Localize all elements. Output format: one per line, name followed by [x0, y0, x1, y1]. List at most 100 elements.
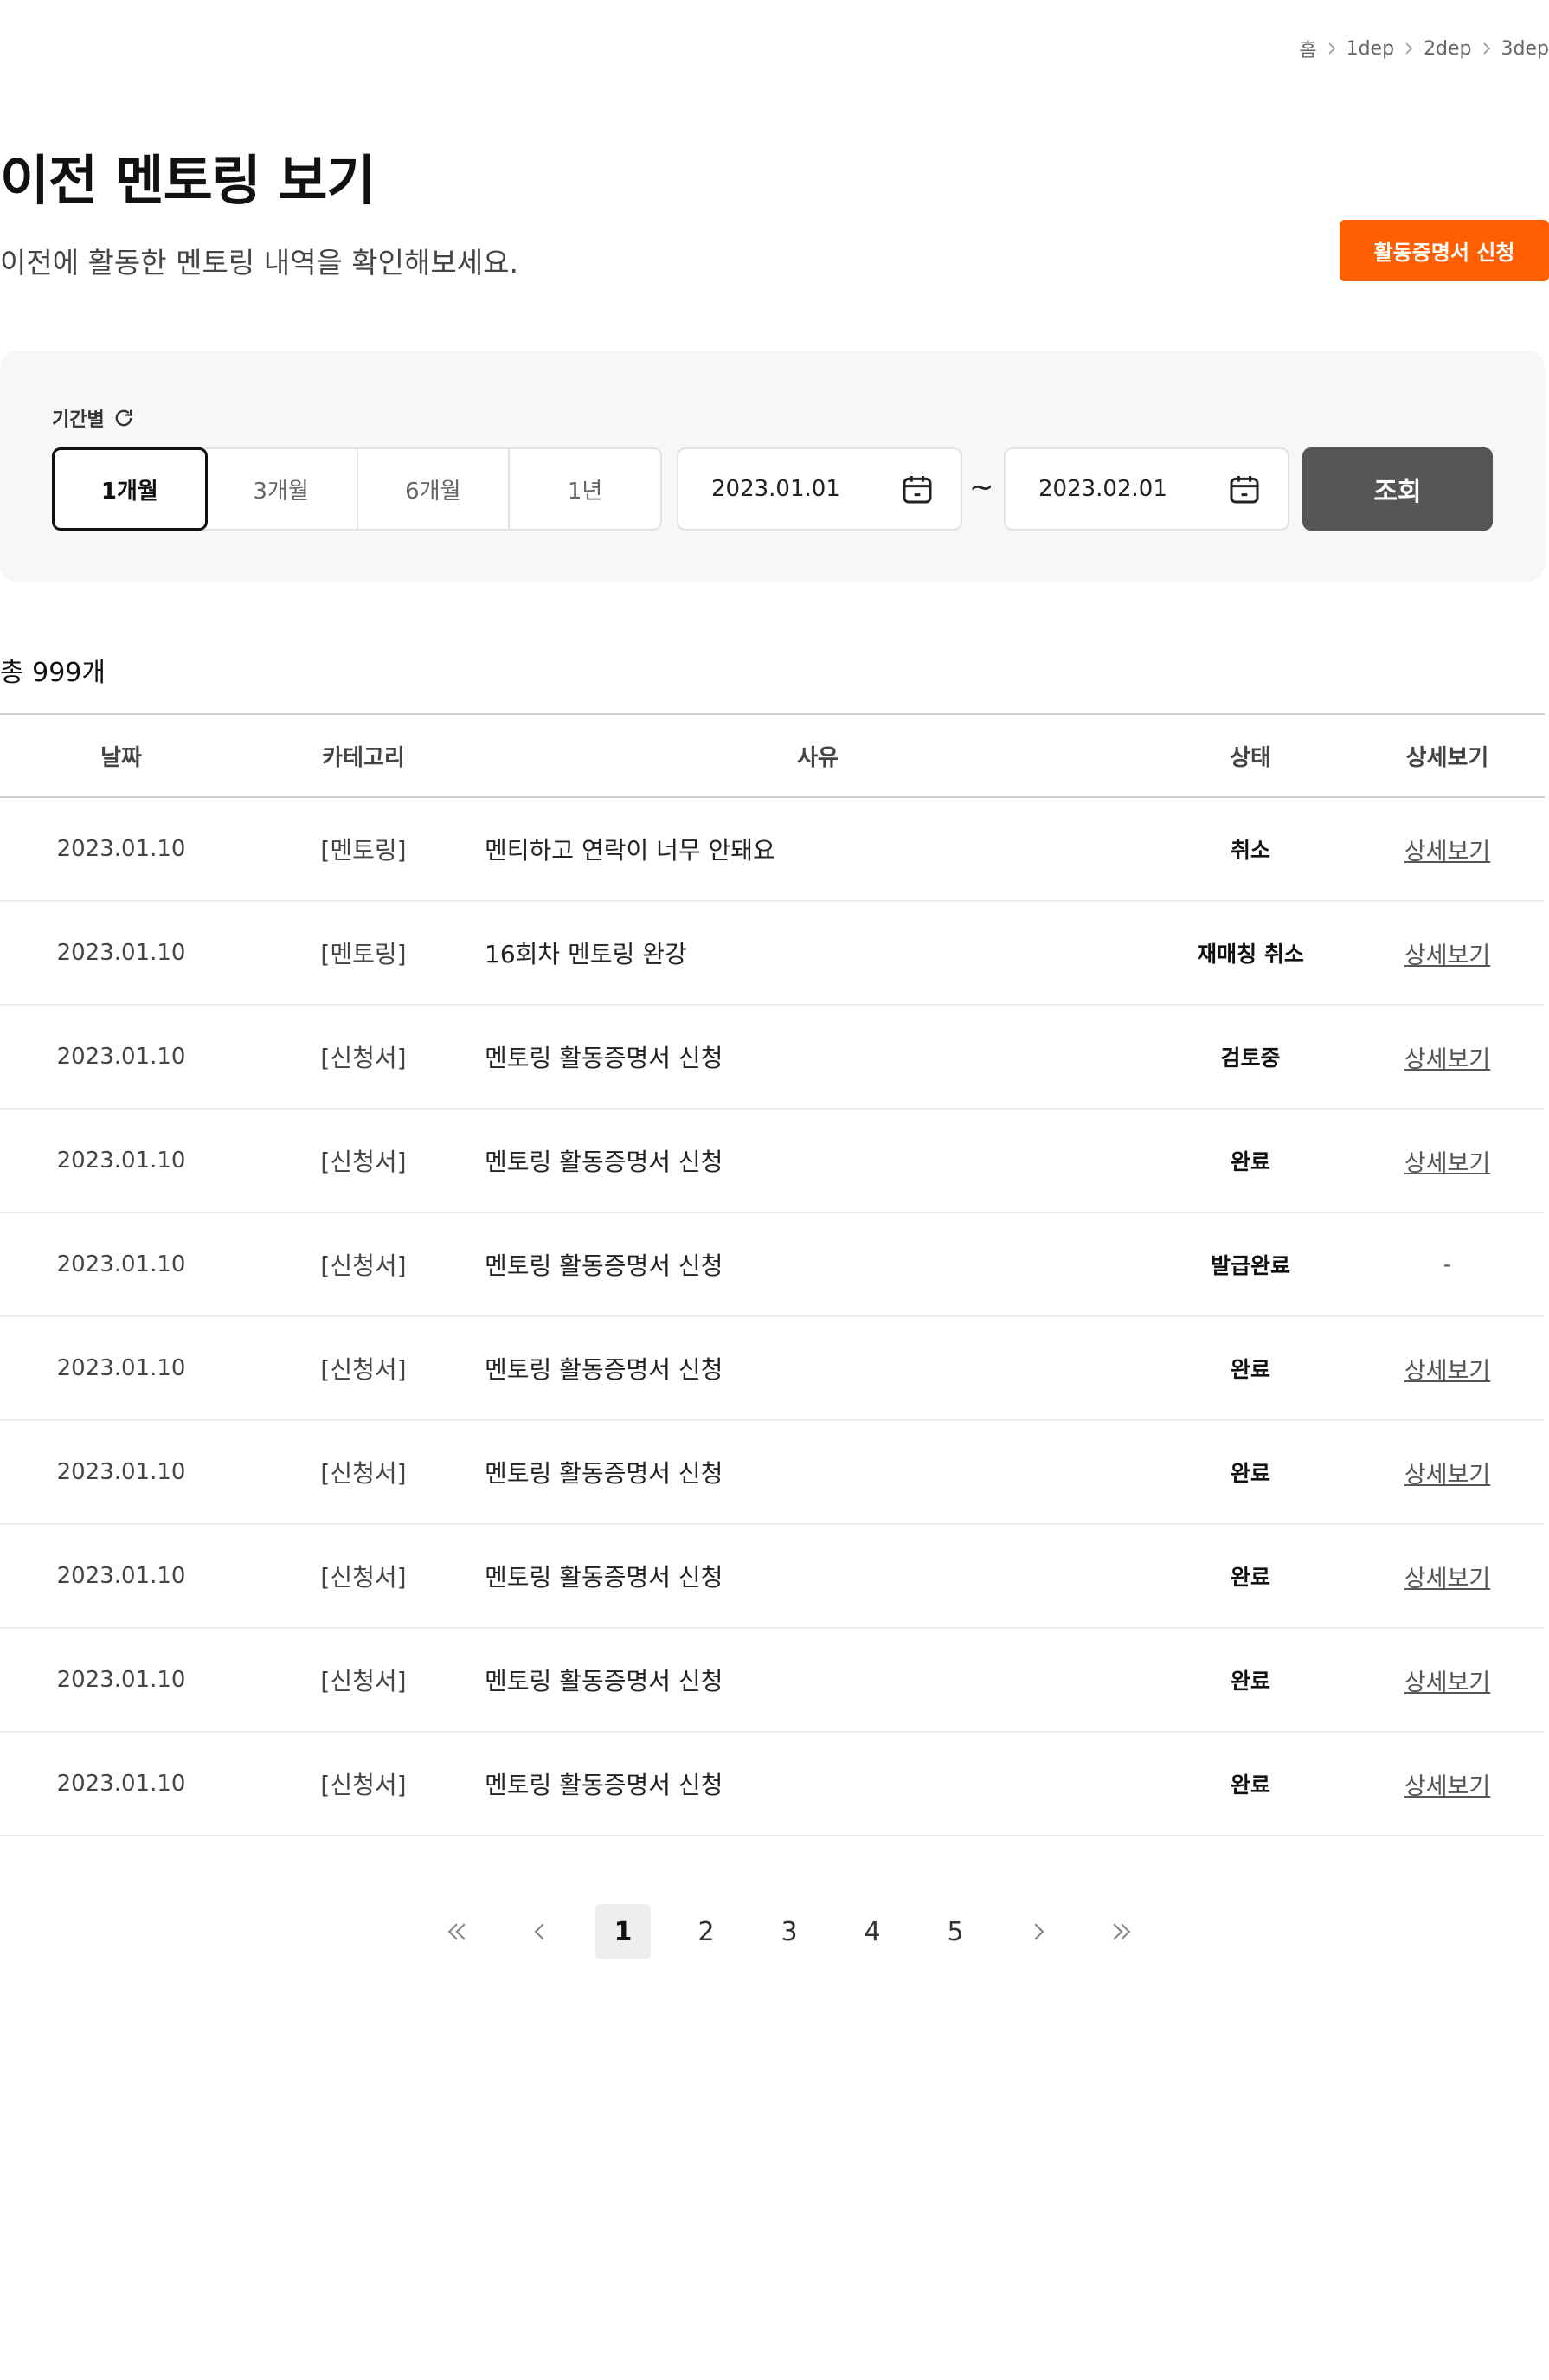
row-detail-cell: 상세보기: [1350, 1767, 1545, 1801]
row-category: [멘토링]: [320, 836, 407, 865]
row-date: 2023.01.10: [56, 1459, 186, 1485]
row-reason: 멘토링 활동증명서 신청: [485, 1355, 723, 1384]
row-reason: 멘토링 활동증명서 신청: [485, 1148, 723, 1176]
row-detail-link[interactable]: 상세보기: [1404, 1150, 1490, 1177]
chevron-right-icon: [1326, 42, 1338, 55]
page-3-button[interactable]: 3: [762, 1904, 817, 1959]
search-button[interactable]: 조회: [1302, 447, 1493, 531]
row-date: 2023.01.10: [56, 1355, 186, 1381]
header-category: 카테고리: [322, 744, 405, 771]
breadcrumb-2dep[interactable]: 2dep: [1424, 38, 1471, 60]
breadcrumb-home[interactable]: 홈: [1299, 35, 1316, 62]
row-detail-link[interactable]: 상세보기: [1404, 942, 1490, 969]
apply-certificate-button[interactable]: 활동증명서 신청: [1340, 220, 1549, 281]
row-detail-cell: 상세보기: [1350, 936, 1545, 970]
row-detail-link[interactable]: 상세보기: [1404, 1566, 1490, 1592]
last-page-icon[interactable]: [1094, 1904, 1149, 1959]
chevron-right-icon: [1403, 42, 1415, 55]
row-status: 취소: [1230, 838, 1270, 863]
row-detail-cell: 상세보기: [1350, 1040, 1545, 1074]
row-status: 완료: [1230, 1149, 1270, 1174]
row-detail-cell: 상세보기: [1350, 1560, 1545, 1593]
row-category: [신청서]: [320, 1771, 407, 1799]
row-category: [신청서]: [320, 1355, 407, 1384]
row-status: 완료: [1230, 1772, 1270, 1798]
row-reason: 멘토링 활동증명서 신청: [485, 1251, 723, 1280]
period-1-year-button[interactable]: 1년: [510, 449, 660, 529]
row-detail-link[interactable]: 상세보기: [1404, 1046, 1490, 1073]
row-detail-cell: -: [1350, 1251, 1545, 1278]
row-detail-link[interactable]: 상세보기: [1404, 839, 1490, 865]
chevron-right-icon: [1481, 42, 1493, 55]
row-detail-link[interactable]: 상세보기: [1404, 1773, 1490, 1800]
row-category: [신청서]: [320, 1148, 407, 1176]
period-1-month-button[interactable]: 1개월: [52, 447, 208, 531]
table-row: 2023.01.10 [신청서] 멘토링 활동증명서 신청 완료 상세보기: [0, 1629, 1545, 1733]
row-reason: 멘토링 활동증명서 신청: [485, 1667, 723, 1695]
row-date: 2023.01.10: [56, 1148, 186, 1174]
table-row: 2023.01.10 [멘토링] 16회차 멘토링 완강 재매칭 취소 상세보기: [0, 902, 1545, 1006]
row-date: 2023.01.10: [56, 1667, 186, 1693]
page-1-button[interactable]: 1: [595, 1904, 651, 1959]
page-2-button[interactable]: 2: [678, 1904, 734, 1959]
row-detail-link[interactable]: 상세보기: [1404, 1462, 1490, 1489]
table-row: 2023.01.10 [신청서] 멘토링 활동증명서 신청 검토중 상세보기: [0, 1006, 1545, 1110]
next-page-icon[interactable]: [1011, 1904, 1066, 1959]
period-3-months-button[interactable]: 3개월: [206, 449, 358, 529]
row-reason: 16회차 멘토링 완강: [485, 940, 687, 968]
row-category: [신청서]: [320, 1667, 407, 1695]
row-category: [신청서]: [320, 1044, 407, 1072]
row-date: 2023.01.10: [56, 1771, 186, 1797]
row-status: 완료: [1230, 1357, 1270, 1382]
period-segmented-control: 1개월 3개월 6개월 1년: [52, 447, 662, 531]
row-detail-cell: 상세보기: [1350, 1663, 1545, 1697]
row-status: 완료: [1230, 1669, 1270, 1694]
date-range-separator: ~: [969, 470, 994, 505]
table-row: 2023.01.10 [신청서] 멘토링 활동증명서 신청 완료 상세보기: [0, 1317, 1545, 1421]
calendar-icon[interactable]: [1227, 472, 1262, 506]
table-body: 2023.01.10 [멘토링] 멘티하고 연락이 너무 안돼요 취소 상세보기 2023…: [0, 798, 1545, 1836]
period-filter-label: 기간별: [52, 404, 136, 432]
table-row: 2023.01.10 [신청서] 멘토링 활동증명서 신청 발급완료 -: [0, 1213, 1545, 1317]
row-reason: 멘토링 활동증명서 신청: [485, 1771, 723, 1799]
table-header: 날짜 카테고리 사유 상태 상세보기: [0, 713, 1545, 798]
header-detail: 상세보기: [1405, 744, 1489, 771]
end-date-input[interactable]: 2023.02.01: [1004, 447, 1289, 531]
end-date-value: 2023.02.01: [1038, 476, 1167, 502]
header-reason: 사유: [797, 744, 839, 771]
row-detail-cell: 상세보기: [1350, 1456, 1545, 1489]
header-status: 상태: [1230, 744, 1271, 771]
breadcrumb-1dep[interactable]: 1dep: [1347, 38, 1394, 60]
table-row: 2023.01.10 [신청서] 멘토링 활동증명서 신청 완료 상세보기: [0, 1525, 1545, 1629]
row-reason: 멘토링 활동증명서 신청: [485, 1563, 723, 1592]
start-date-input[interactable]: 2023.01.01: [677, 447, 962, 531]
total-count: 총 999개: [0, 658, 106, 688]
prev-page-icon[interactable]: [512, 1904, 568, 1959]
period-6-months-button[interactable]: 6개월: [358, 449, 511, 529]
page-title: 이전 멘토링 보기: [0, 149, 376, 212]
row-status: 완료: [1230, 1461, 1270, 1486]
row-category: [신청서]: [320, 1459, 407, 1488]
row-date: 2023.01.10: [56, 940, 186, 966]
row-detail-cell: 상세보기: [1350, 1352, 1545, 1386]
refresh-icon[interactable]: [112, 406, 136, 430]
row-reason: 멘티하고 연락이 너무 안돼요: [485, 836, 775, 865]
row-status: 발급완료: [1210, 1253, 1290, 1278]
page-5-button[interactable]: 5: [928, 1904, 983, 1959]
page-description: 이전에 활동한 멘토링 내역을 확인해보세요.: [0, 246, 518, 280]
first-page-icon[interactable]: [429, 1904, 485, 1959]
calendar-icon[interactable]: [900, 472, 935, 506]
row-detail-empty: -: [1443, 1251, 1452, 1278]
breadcrumb-3dep[interactable]: 3dep: [1501, 38, 1549, 60]
row-date: 2023.01.10: [56, 1251, 186, 1277]
start-date-value: 2023.01.01: [711, 476, 840, 502]
row-reason: 멘토링 활동증명서 신청: [485, 1044, 723, 1072]
row-status: 재매칭 취소: [1197, 942, 1304, 967]
row-detail-cell: 상세보기: [1350, 1144, 1545, 1178]
page-4-button[interactable]: 4: [845, 1904, 900, 1959]
period-label-text: 기간별: [52, 409, 105, 431]
row-detail-link[interactable]: 상세보기: [1404, 1358, 1490, 1385]
row-reason: 멘토링 활동증명서 신청: [485, 1459, 723, 1488]
row-detail-link[interactable]: 상세보기: [1404, 1669, 1490, 1696]
row-date: 2023.01.10: [56, 836, 186, 862]
